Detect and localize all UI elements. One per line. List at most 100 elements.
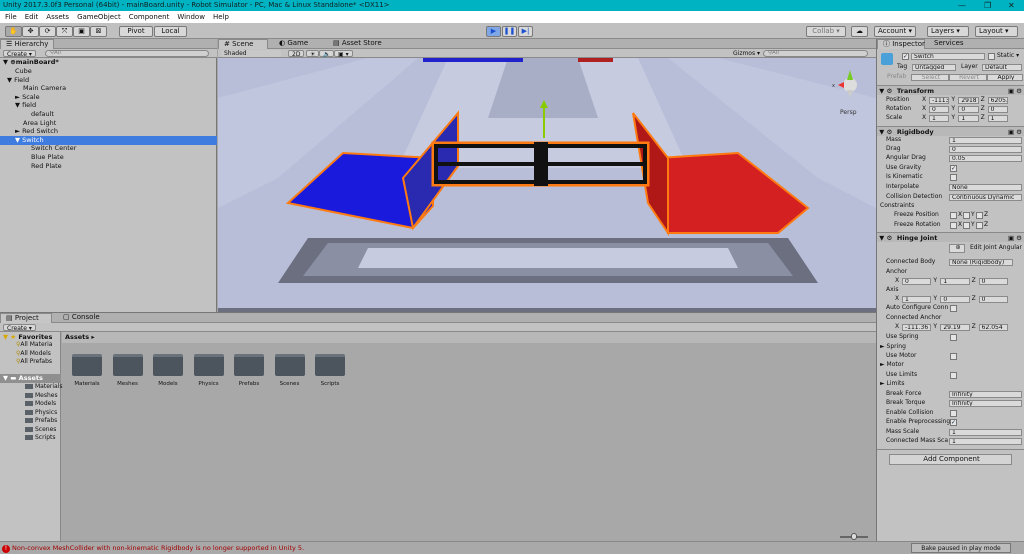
collision-detection-dropdown[interactable]: Continuous Dynamic bbox=[949, 194, 1022, 201]
prefab-select-button[interactable]: Select bbox=[911, 74, 949, 81]
folder-icon[interactable] bbox=[234, 354, 264, 376]
component-settings-icon[interactable]: ▣ ⚙ bbox=[1008, 86, 1022, 96]
enable-preprocessing-checkbox[interactable]: ✓ bbox=[950, 419, 957, 426]
break_torque-input[interactable]: Infinity bbox=[949, 400, 1022, 407]
tab-game[interactable]: ◐ Game bbox=[274, 39, 313, 49]
effects-icon[interactable]: ▣ ▾ bbox=[334, 50, 353, 58]
anchor-field-z[interactable]: 0 bbox=[978, 278, 1008, 285]
tab-hierarchy[interactable]: ☰ Hierarchy bbox=[0, 39, 55, 49]
prefab-apply-button[interactable]: Apply bbox=[987, 74, 1023, 81]
rotation-field-x[interactable]: 0 bbox=[929, 106, 950, 113]
lighting-icon[interactable]: ☀ bbox=[306, 50, 320, 58]
angular_drag-input[interactable]: 0.05 bbox=[949, 155, 1022, 162]
static-label[interactable]: Static ▾ bbox=[997, 52, 1019, 60]
hinge-joint-header[interactable]: ▼ ⚙ Hinge Joint ▣ ⚙ bbox=[877, 232, 1024, 242]
project-folder-item[interactable]: Scenes bbox=[25, 426, 56, 434]
rotation-field-z[interactable]: 0 bbox=[987, 106, 1008, 113]
pivot-toggle[interactable]: Pivot bbox=[119, 26, 153, 37]
scale-tool-icon[interactable]: ⤧ bbox=[56, 26, 73, 37]
folder-icon[interactable] bbox=[153, 354, 183, 376]
project-create-button[interactable]: Create ▾ bbox=[3, 324, 36, 332]
menu-gameobject[interactable]: GameObject bbox=[77, 13, 121, 21]
connected-anchor-field-z[interactable]: 62.054 bbox=[978, 324, 1008, 331]
play-button[interactable]: ▶ bbox=[486, 26, 501, 37]
folder-name[interactable]: Prefabs bbox=[229, 381, 269, 387]
auto-configure-checkbox[interactable] bbox=[950, 305, 957, 312]
cloud-icon[interactable]: ☁ bbox=[851, 26, 868, 37]
mass-scale-input[interactable]: 1 bbox=[949, 429, 1022, 436]
favorite-item[interactable]: ⚲All Models bbox=[16, 350, 52, 358]
menu-component[interactable]: Component bbox=[129, 13, 170, 21]
scale-field-x[interactable]: 1 bbox=[929, 115, 950, 122]
restore-button[interactable]: ❐ bbox=[984, 0, 991, 11]
minimize-button[interactable]: — bbox=[958, 0, 966, 11]
favorites-section[interactable]: ▼ ★ Favorites bbox=[3, 333, 52, 341]
move-tool-icon[interactable]: ✥ bbox=[22, 26, 39, 37]
break_force-input[interactable]: Infinity bbox=[949, 391, 1022, 398]
folder-icon[interactable] bbox=[112, 354, 143, 376]
tab-console[interactable]: ▢ Console bbox=[58, 313, 105, 323]
connected-anchor-field-x[interactable]: -111.36 bbox=[902, 324, 932, 331]
scene-root[interactable]: ▼ ⊕mainBoard* bbox=[3, 58, 59, 67]
prefab-revert-button[interactable]: Revert bbox=[949, 74, 987, 81]
menu-help[interactable]: Help bbox=[213, 13, 229, 21]
hierarchy-create-button[interactable]: Create ▾ bbox=[3, 50, 36, 58]
hand-tool-icon[interactable]: ✋ bbox=[5, 26, 22, 37]
active-checkbox[interactable]: ✓ bbox=[902, 53, 909, 60]
use-spring-checkbox[interactable] bbox=[950, 334, 957, 341]
assets-breadcrumb[interactable]: Assets ▸ bbox=[62, 332, 876, 343]
static-checkbox[interactable] bbox=[988, 53, 995, 60]
folder-name[interactable]: Meshes bbox=[108, 381, 148, 387]
folder-name[interactable]: Scenes bbox=[270, 381, 310, 387]
scale-field-z[interactable]: 1 bbox=[987, 115, 1008, 122]
assets-root[interactable]: ▼ ▬ Assets bbox=[0, 374, 61, 383]
folder-name[interactable]: Physics bbox=[189, 381, 229, 387]
position-field-y[interactable]: 2918 bbox=[958, 97, 979, 104]
anchor-field-x[interactable]: 0 bbox=[902, 278, 932, 285]
status-error-message[interactable]: Non-convex MeshCollider with non-kinemat… bbox=[12, 544, 304, 552]
freeze-position-y-checkbox[interactable] bbox=[963, 212, 970, 219]
connected-body-field[interactable]: None (Rigidbody) bbox=[949, 259, 1013, 266]
freeze-position-z-checkbox[interactable] bbox=[976, 212, 983, 219]
hierarchy-search-input[interactable]: ⚲All bbox=[45, 50, 209, 57]
tab-scene[interactable]: # Scene bbox=[218, 39, 268, 49]
transform-tool-icon[interactable]: ⊠ bbox=[90, 26, 107, 37]
project-folder-item[interactable]: Materials bbox=[25, 383, 63, 391]
menu-window[interactable]: Window bbox=[177, 13, 205, 21]
project-folder-item[interactable]: Physics bbox=[25, 409, 57, 417]
connected-anchor-field-y[interactable]: 29.19 bbox=[940, 324, 970, 331]
audio-icon[interactable]: 🔈 bbox=[319, 50, 335, 58]
project-folder-item[interactable]: Models bbox=[25, 400, 56, 408]
rotate-tool-icon[interactable]: ⟳ bbox=[39, 26, 56, 37]
local-toggle[interactable]: Local bbox=[154, 26, 187, 37]
folder-icon[interactable] bbox=[72, 354, 102, 376]
favorite-item[interactable]: ⚲All Materials bbox=[16, 341, 52, 349]
component-settings-icon[interactable]: ▣ ⚙ bbox=[1008, 233, 1022, 243]
close-button[interactable]: ✕ bbox=[1008, 0, 1015, 11]
edit-joint-angular-button[interactable]: ⊛ bbox=[949, 244, 965, 253]
tab-project[interactable]: ▤ Project bbox=[0, 313, 52, 323]
interpolate-dropdown[interactable]: None bbox=[949, 184, 1022, 191]
2d-toggle[interactable]: 2D bbox=[288, 50, 305, 58]
position-field-z[interactable]: 6205.4 bbox=[987, 97, 1008, 104]
step-button[interactable]: ▶| bbox=[518, 26, 533, 37]
scene-viewport[interactable]: x Persp bbox=[218, 58, 876, 312]
menu-file[interactable]: File bbox=[5, 13, 17, 21]
connected-mass-scale-input[interactable]: 1 bbox=[949, 438, 1022, 445]
persp-label[interactable]: Persp bbox=[840, 109, 857, 116]
folder-name[interactable]: Scripts bbox=[310, 381, 350, 387]
freeze-rotation-x-checkbox[interactable] bbox=[950, 222, 957, 229]
rigidbody-header[interactable]: ▼ ⚙ Rigidbody ▣ ⚙ bbox=[877, 126, 1024, 136]
freeze-position-x-checkbox[interactable] bbox=[950, 212, 957, 219]
layers-dropdown[interactable]: Layers ▾ bbox=[927, 26, 969, 37]
tab-asset-store[interactable]: ▤ Asset Store bbox=[328, 39, 387, 49]
pause-button[interactable]: ❚❚ bbox=[502, 26, 517, 37]
freeze-rotation-z-checkbox[interactable] bbox=[976, 222, 983, 229]
menu-edit[interactable]: Edit bbox=[25, 13, 39, 21]
folder-icon[interactable] bbox=[274, 354, 305, 376]
folder-name[interactable]: Materials bbox=[67, 381, 107, 387]
anchor-field-y[interactable]: 1 bbox=[940, 278, 970, 285]
collab-button[interactable]: Collab ▾ bbox=[806, 26, 846, 37]
layer-dropdown[interactable]: Default bbox=[982, 64, 1022, 71]
drag-input[interactable]: 0 bbox=[949, 146, 1022, 153]
